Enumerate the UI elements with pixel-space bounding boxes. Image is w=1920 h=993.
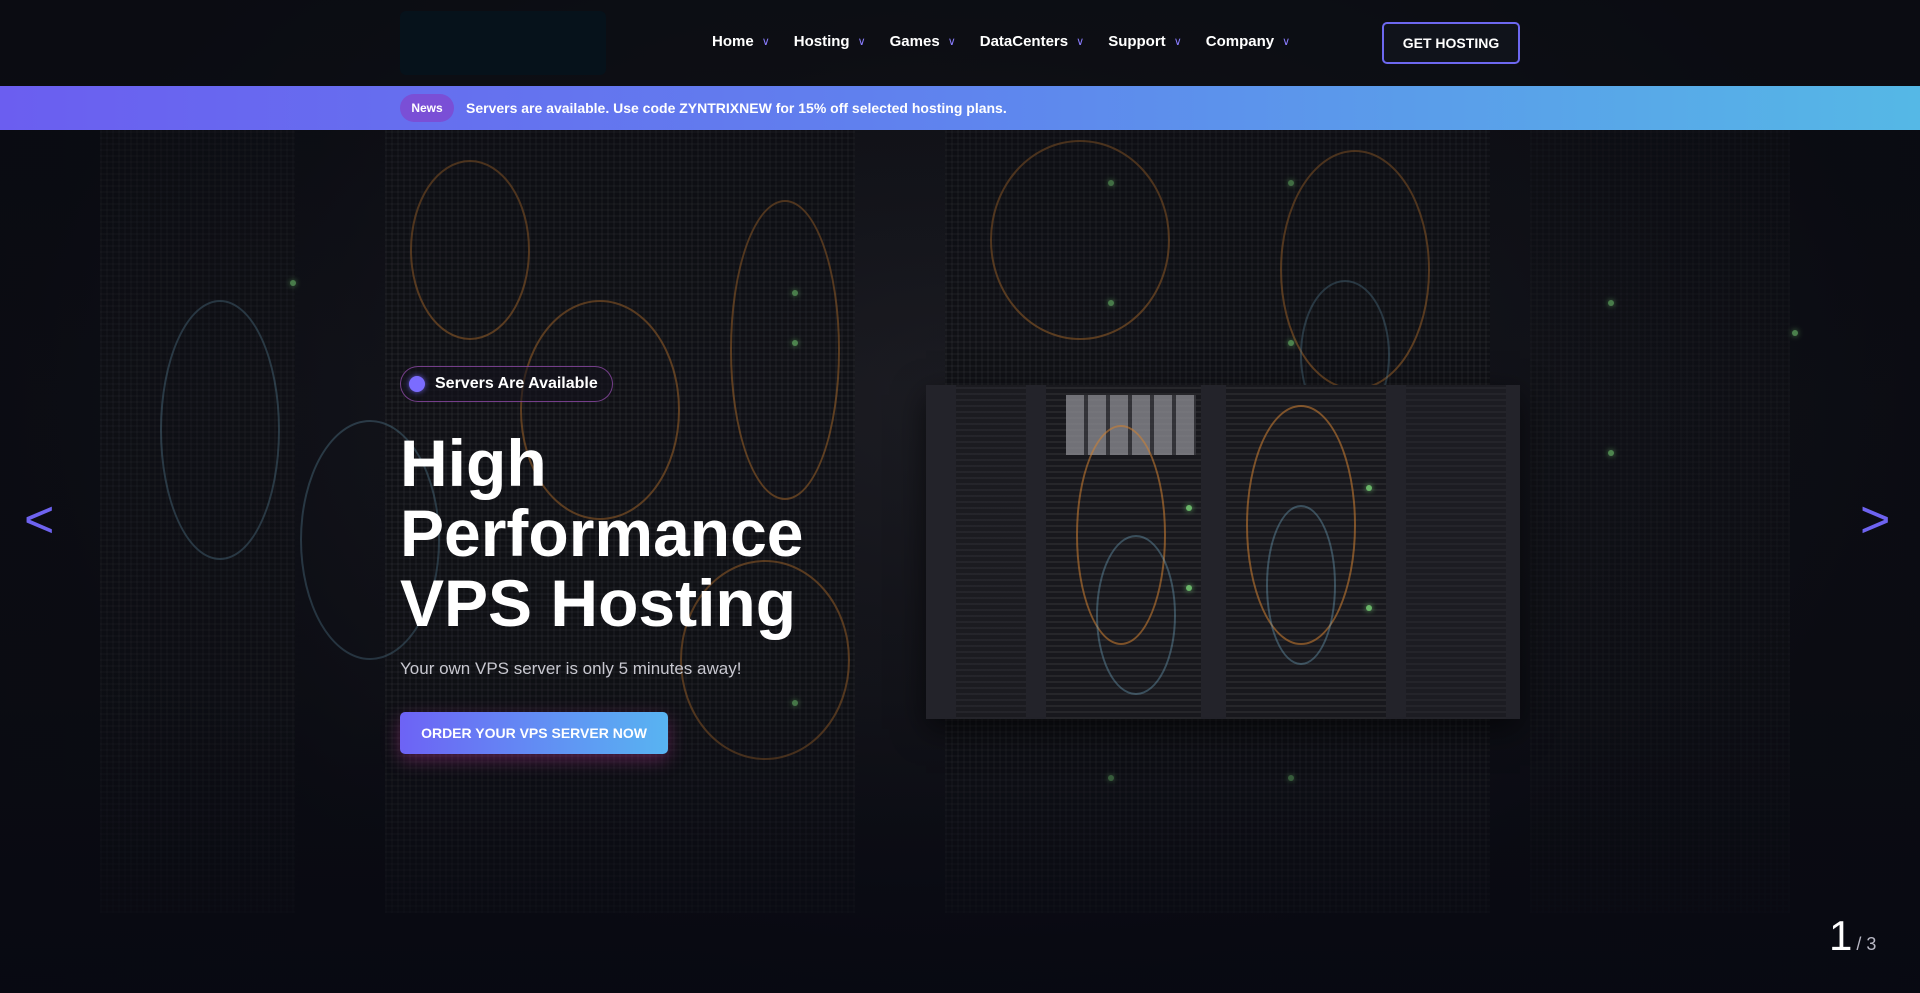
slide-current: 1: [1829, 912, 1853, 959]
nav-item-company[interactable]: Company ∨: [1206, 33, 1290, 50]
status-badge: Servers Are Available: [400, 366, 613, 402]
server-room-image: [926, 385, 1520, 719]
chevron-down-icon: ∨: [857, 36, 866, 48]
nav-item-games[interactable]: Games ∨: [890, 33, 956, 50]
slider-next-arrow[interactable]: >: [1860, 494, 1890, 546]
hero-title-line: High: [400, 426, 547, 500]
news-text: Servers are available. Use code ZYNTRIXN…: [466, 100, 1007, 116]
chevron-down-icon: ∨: [947, 36, 956, 48]
nav-item-datacenters[interactable]: DataCenters ∨: [980, 33, 1084, 50]
nav-item-hosting[interactable]: Hosting ∨: [794, 33, 866, 50]
site-logo[interactable]: [400, 11, 606, 75]
hero-subtitle: Your own VPS server is only 5 minutes aw…: [400, 659, 742, 678]
nav-item-label: Games: [889, 33, 940, 50]
nav-item-home[interactable]: Home ∨: [712, 33, 770, 50]
slide-total: / 3: [1856, 934, 1877, 954]
slide-counter: 1 / 3: [1829, 912, 1876, 960]
site-header: Home ∨ Hosting ∨ Games ∨ DataCenters ∨ S…: [0, 0, 1920, 86]
cable-decoration: [1096, 535, 1176, 695]
order-vps-button[interactable]: ORDER YOUR VPS SERVER NOW: [400, 712, 668, 754]
server-rack-image: [1406, 385, 1506, 719]
news-badge: News: [400, 94, 454, 122]
server-rack-image: [956, 385, 1026, 719]
main-nav: Home ∨ Hosting ∨ Games ∨ DataCenters ∨ S…: [712, 33, 1314, 50]
led-decoration: [1366, 485, 1372, 491]
news-bar: News Servers are available. Use code ZYN…: [0, 86, 1920, 130]
hero-title-line: VPS Hosting: [400, 566, 797, 640]
hero-title: High Performance VPS Hosting: [400, 428, 860, 638]
nav-item-label: Support: [1108, 33, 1166, 50]
nav-item-support[interactable]: Support ∨: [1108, 33, 1182, 50]
chevron-down-icon: ∨: [1282, 36, 1291, 48]
led-decoration: [1186, 505, 1192, 511]
nav-item-label: DataCenters: [979, 33, 1069, 50]
hero-title-line: Performance: [400, 496, 804, 570]
led-decoration: [1186, 585, 1192, 591]
nav-item-label: Hosting: [793, 33, 850, 50]
slider-prev-arrow[interactable]: <: [24, 494, 54, 546]
nav-item-label: Company: [1205, 33, 1275, 50]
chevron-down-icon: ∨: [761, 36, 770, 48]
chevron-down-icon: ∨: [1076, 36, 1085, 48]
led-decoration: [1366, 605, 1372, 611]
get-hosting-button[interactable]: GET HOSTING: [1382, 22, 1520, 64]
status-text: Servers Are Available: [435, 375, 598, 392]
nav-item-label: Home: [712, 33, 754, 50]
cable-decoration: [1266, 505, 1336, 665]
chevron-down-icon: ∨: [1173, 36, 1182, 48]
status-dot-icon: [409, 376, 425, 392]
